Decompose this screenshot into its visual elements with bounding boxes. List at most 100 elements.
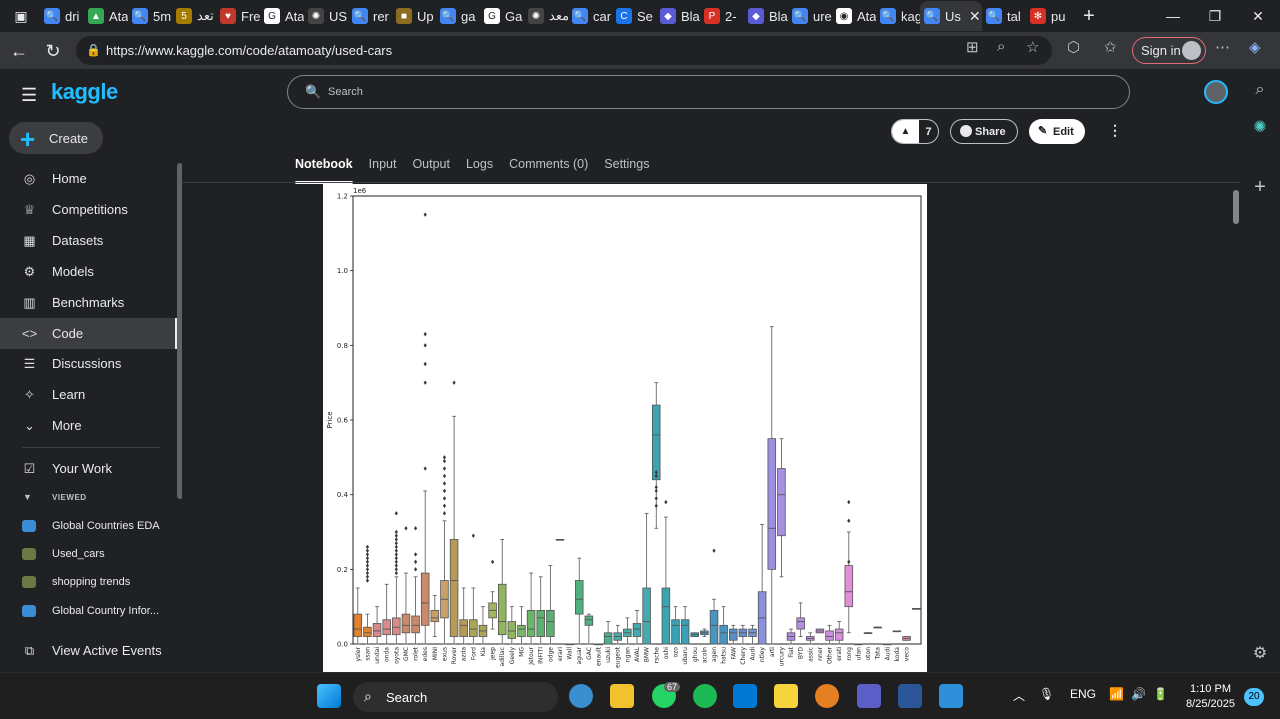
restore-icon[interactable]: ❐ <box>1194 0 1236 32</box>
sidebar-item-learn[interactable]: ✧ Learn <box>0 379 178 410</box>
sidebar-item-competitions[interactable]: ♕ Competitions <box>0 194 178 225</box>
zoom-icon[interactable]: ⌕ <box>997 38 1005 55</box>
minimize-icon[interactable]: — <box>1152 0 1194 32</box>
teams-icon[interactable] <box>857 684 881 708</box>
mic-muted-icon[interactable]: 🎙 <box>1039 687 1054 701</box>
kaggle-logo[interactable]: kaggle <box>51 79 118 105</box>
sidebar-item-label: Discussions <box>52 356 122 372</box>
file-explorer-icon[interactable] <box>610 684 634 708</box>
favorite-star-icon[interactable]: ☆ <box>1026 38 1039 56</box>
new-tab-icon[interactable]: + <box>1068 0 1110 32</box>
close-window-icon[interactable]: ✕ <box>1237 0 1279 32</box>
copilot-icon[interactable]: ◈ <box>1249 38 1261 56</box>
browser-tab[interactable]: 🔍 dri <box>40 1 84 31</box>
browser-tab[interactable]: ▲ Ata <box>84 1 128 31</box>
browser-tab[interactable]: P 2- <box>700 1 744 31</box>
notification-badge[interactable]: 20 <box>1244 688 1264 706</box>
more-options-icon[interactable]: ⋯ <box>1215 38 1230 56</box>
sidebar-item-benchmarks[interactable]: ▥ Benchmarks <box>0 287 178 318</box>
create-button[interactable]: + Create <box>9 122 103 154</box>
add-sidebar-app-icon[interactable]: + <box>1250 176 1270 198</box>
browser-tab[interactable]: ✺ معد <box>524 1 568 31</box>
browser-tab[interactable]: G Ga <box>480 1 524 31</box>
app-available-icon[interactable]: ⊞ <box>966 38 979 56</box>
sticky-notes-icon[interactable] <box>774 684 798 708</box>
battery-icon[interactable]: 🔋 <box>1153 687 1168 701</box>
sidebar-settings-icon[interactable]: ⚙ <box>1250 643 1270 663</box>
collapse-viewed-icon[interactable]: ▼ <box>23 492 32 502</box>
browser-tab[interactable]: ◉ Ata <box>832 1 876 31</box>
volume-icon[interactable]: 🔊 <box>1131 687 1146 701</box>
browser-tab[interactable]: 🔍 ga <box>436 1 480 31</box>
sidebar-item-datasets[interactable]: ▦ Datasets <box>0 225 178 256</box>
browser-tab[interactable]: 🔍 5m <box>128 1 172 31</box>
favorites-icon[interactable]: ✩ <box>1104 38 1117 56</box>
sidebar-item-models[interactable]: ⚙ Models <box>0 256 178 287</box>
tab-actions-icon[interactable]: ▣ <box>0 0 42 32</box>
recent-item[interactable]: Global Country Infor... <box>0 599 178 623</box>
tab-output[interactable]: Output <box>412 157 450 182</box>
tab-notebook[interactable]: Notebook <box>295 157 353 184</box>
extensions-icon[interactable]: ⬡ <box>1067 38 1080 56</box>
tab-favicon-icon: 🔍 <box>440 8 456 24</box>
user-avatar[interactable] <box>1204 80 1228 104</box>
tray-overflow-icon[interactable]: ︿ <box>1013 687 1025 704</box>
more-actions-icon[interactable]: ⋮ <box>1108 122 1122 139</box>
edit-button[interactable]: ✎ Edit <box>1029 119 1085 144</box>
search-sidebar-icon[interactable]: ⌕ <box>1250 80 1270 100</box>
recent-item[interactable]: Used_cars <box>0 542 178 566</box>
app-icon-orange[interactable] <box>815 684 839 708</box>
browser-tab[interactable]: 🔍 Us ✕ <box>920 1 982 31</box>
browser-tab[interactable]: 🔍 car <box>568 1 612 31</box>
tab-comments[interactable]: Comments (0) <box>509 157 588 182</box>
tab-input[interactable]: Input <box>369 157 397 182</box>
browser-tab[interactable]: ✻ pu <box>1026 1 1070 31</box>
recent-item[interactable]: Global Countries EDA <box>0 514 178 538</box>
recent-item[interactable]: shopping trends <box>0 570 178 594</box>
sidebar-item-discussions[interactable]: ☰ Discussions <box>0 348 178 379</box>
close-tab-icon[interactable]: ✕ <box>969 8 981 25</box>
browser-tab[interactable]: 🔍 rer <box>348 1 392 31</box>
clock[interactable]: 1:10 PM 8/25/2025 <box>1183 682 1238 712</box>
sidebar-item-more[interactable]: ⌄ More <box>0 410 178 441</box>
edge-taskbar-icon[interactable] <box>569 684 593 708</box>
site-info-icon[interactable]: 🔒 <box>86 43 101 57</box>
view-active-events-link[interactable]: ⧉ View Active Events <box>0 635 178 666</box>
page-scrollbar[interactable] <box>1233 190 1239 224</box>
start-icon[interactable] <box>317 684 341 708</box>
sidebar-item-label: More <box>52 418 82 434</box>
upvote-button[interactable]: ▲ 7 <box>891 119 939 144</box>
language-indicator[interactable]: ENG <box>1070 687 1096 701</box>
share-button[interactable]: Share <box>950 119 1018 144</box>
menu-icon[interactable]: ☰ <box>21 85 37 106</box>
browser-tab[interactable]: C Se <box>612 1 656 31</box>
browser-tab[interactable]: 🔍 ure <box>788 1 832 31</box>
upvote-arrow-icon[interactable]: ▲ <box>892 120 919 143</box>
browser-tab[interactable]: ■ Up <box>392 1 436 31</box>
chatgpt-icon[interactable]: ✺ <box>1250 117 1270 137</box>
taskbar-search[interactable]: ⌕ Search <box>353 682 558 712</box>
browser-tab[interactable]: G Ata <box>260 1 304 31</box>
sign-in-button[interactable]: Sign in <box>1132 37 1206 64</box>
tab-logs[interactable]: Logs <box>466 157 493 182</box>
wifi-icon[interactable]: 📶 <box>1109 687 1124 701</box>
word-icon[interactable] <box>898 684 922 708</box>
back-icon[interactable]: ← <box>4 36 34 66</box>
browser-tab[interactable]: ✺ US <box>304 1 348 31</box>
search-input[interactable]: 🔍 Search <box>287 75 1130 109</box>
url-bar[interactable]: 🔒 https://www.kaggle.com/code/atamoaty/u… <box>76 36 1052 65</box>
sidebar-item-home[interactable]: ◎ Home <box>0 163 178 194</box>
sidebar-item-code[interactable]: <> Code <box>0 317 178 349</box>
browser-tab[interactable]: ♥ Fre <box>216 1 260 31</box>
browser-tab[interactable]: ◆ Bla <box>744 1 788 31</box>
browser-tab[interactable]: 5 تعد <box>172 1 216 31</box>
tab-settings[interactable]: Settings <box>604 157 649 182</box>
reload-icon[interactable]: ↻ <box>38 36 68 66</box>
outlook-icon[interactable] <box>733 684 757 708</box>
photos-icon[interactable] <box>939 684 963 708</box>
browser-tab[interactable]: 🔍 kag <box>876 1 920 31</box>
browser-tab[interactable]: 🔍 tal <box>982 1 1026 31</box>
browser-tab[interactable]: ◆ Bla <box>656 1 700 31</box>
spotify-icon[interactable] <box>693 684 717 708</box>
your-work-link[interactable]: ☑ Your Work <box>0 453 178 484</box>
